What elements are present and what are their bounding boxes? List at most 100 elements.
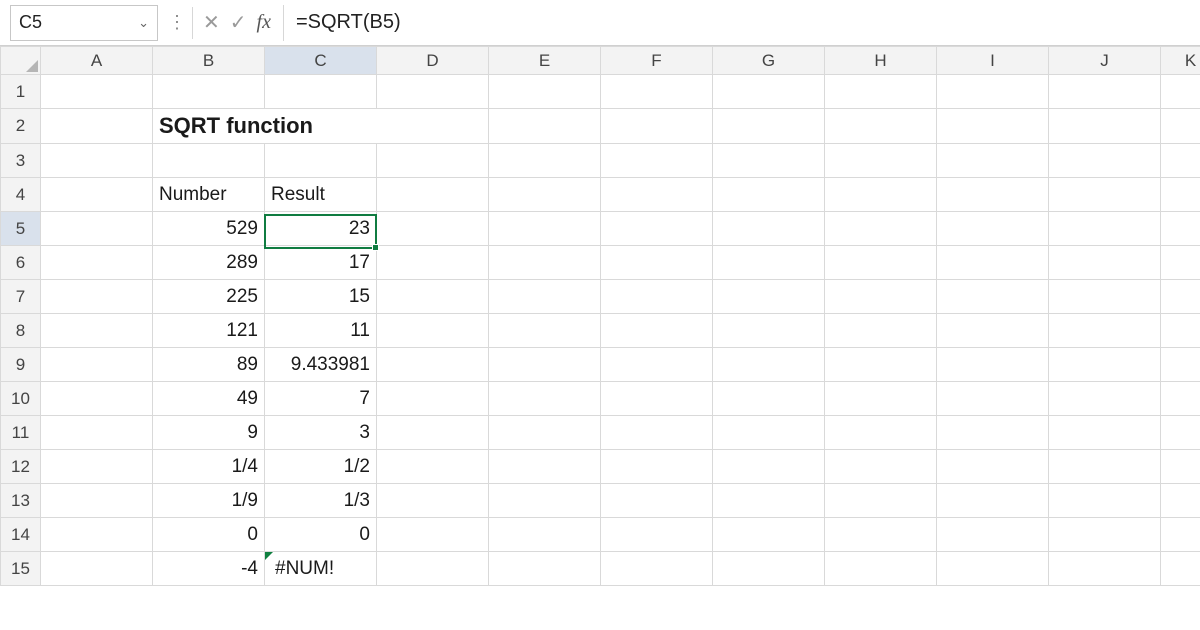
formula-bar-options-icon[interactable]: ⋮ — [166, 12, 188, 33]
cell-J5[interactable] — [1049, 212, 1161, 246]
cell-H12[interactable] — [825, 450, 937, 484]
cell-J6[interactable] — [1049, 246, 1161, 280]
col-header-K[interactable]: K — [1161, 47, 1200, 75]
cell-G4[interactable] — [713, 178, 825, 212]
spreadsheet-grid[interactable]: A B C D E F G H I J K 1 2 SQRT function … — [0, 46, 1200, 630]
cell-I12[interactable] — [937, 450, 1049, 484]
cell-F14[interactable] — [601, 518, 713, 552]
cell-J4[interactable] — [1049, 178, 1161, 212]
cell-H5[interactable] — [825, 212, 937, 246]
cell-K9[interactable] — [1161, 348, 1200, 382]
cell-A6[interactable] — [41, 246, 153, 280]
cell-G2[interactable] — [713, 109, 825, 144]
cell-K4[interactable] — [1161, 178, 1200, 212]
cell-H3[interactable] — [825, 144, 937, 178]
cell-A13[interactable] — [41, 484, 153, 518]
cell-K12[interactable] — [1161, 450, 1200, 484]
cell-D15[interactable] — [377, 552, 489, 586]
cell-D7[interactable] — [377, 280, 489, 314]
cell-G11[interactable] — [713, 416, 825, 450]
col-header-A[interactable]: A — [41, 47, 153, 75]
cell-D6[interactable] — [377, 246, 489, 280]
cell-B1[interactable] — [153, 75, 265, 109]
col-header-D[interactable]: D — [377, 47, 489, 75]
cell-F7[interactable] — [601, 280, 713, 314]
cell-G9[interactable] — [713, 348, 825, 382]
cell-D8[interactable] — [377, 314, 489, 348]
cell-J3[interactable] — [1049, 144, 1161, 178]
cell-C10[interactable]: 7 — [265, 382, 377, 416]
row-header-5[interactable]: 5 — [1, 212, 41, 246]
cell-G5[interactable] — [713, 212, 825, 246]
cell-F1[interactable] — [601, 75, 713, 109]
row-header-12[interactable]: 12 — [1, 450, 41, 484]
cell-A10[interactable] — [41, 382, 153, 416]
cell-F6[interactable] — [601, 246, 713, 280]
row-header-10[interactable]: 10 — [1, 382, 41, 416]
cell-I13[interactable] — [937, 484, 1049, 518]
cell-J2[interactable] — [1049, 109, 1161, 144]
cancel-icon[interactable]: ✕ — [203, 10, 220, 35]
cell-I9[interactable] — [937, 348, 1049, 382]
cell-E6[interactable] — [489, 246, 601, 280]
row-header-15[interactable]: 15 — [1, 552, 41, 586]
cell-B8[interactable]: 121 — [153, 314, 265, 348]
row-header-6[interactable]: 6 — [1, 246, 41, 280]
col-header-J[interactable]: J — [1049, 47, 1161, 75]
cell-I11[interactable] — [937, 416, 1049, 450]
cell-I10[interactable] — [937, 382, 1049, 416]
row-header-9[interactable]: 9 — [1, 348, 41, 382]
cell-I7[interactable] — [937, 280, 1049, 314]
cell-B5[interactable]: 529 — [153, 212, 265, 246]
cell-C8[interactable]: 11 — [265, 314, 377, 348]
cell-H11[interactable] — [825, 416, 937, 450]
cell-G14[interactable] — [713, 518, 825, 552]
cell-C6[interactable]: 17 — [265, 246, 377, 280]
cell-E2[interactable] — [489, 109, 601, 144]
row-header-2[interactable]: 2 — [1, 109, 41, 144]
cell-E12[interactable] — [489, 450, 601, 484]
cell-J8[interactable] — [1049, 314, 1161, 348]
cell-E9[interactable] — [489, 348, 601, 382]
cell-F10[interactable] — [601, 382, 713, 416]
cell-D11[interactable] — [377, 416, 489, 450]
row-header-7[interactable]: 7 — [1, 280, 41, 314]
cell-K7[interactable] — [1161, 280, 1200, 314]
cell-A2[interactable] — [41, 109, 153, 144]
cell-B2[interactable]: SQRT function — [153, 109, 489, 144]
cell-J1[interactable] — [1049, 75, 1161, 109]
row-header-8[interactable]: 8 — [1, 314, 41, 348]
select-all-corner[interactable] — [1, 47, 41, 75]
cell-H10[interactable] — [825, 382, 937, 416]
cell-G7[interactable] — [713, 280, 825, 314]
cell-G6[interactable] — [713, 246, 825, 280]
cell-I3[interactable] — [937, 144, 1049, 178]
cell-G15[interactable] — [713, 552, 825, 586]
cell-G1[interactable] — [713, 75, 825, 109]
cell-E5[interactable] — [489, 212, 601, 246]
cell-B12[interactable]: 1/4 — [153, 450, 265, 484]
cell-B7[interactable]: 225 — [153, 280, 265, 314]
cell-C14[interactable]: 0 — [265, 518, 377, 552]
cell-B4[interactable]: Number — [153, 178, 265, 212]
cell-H6[interactable] — [825, 246, 937, 280]
cell-F4[interactable] — [601, 178, 713, 212]
cell-K10[interactable] — [1161, 382, 1200, 416]
cell-C4[interactable]: Result — [265, 178, 377, 212]
cell-A7[interactable] — [41, 280, 153, 314]
cell-J10[interactable] — [1049, 382, 1161, 416]
cell-J14[interactable] — [1049, 518, 1161, 552]
confirm-icon[interactable]: ✓ — [230, 10, 247, 35]
cell-C13[interactable]: 1/3 — [265, 484, 377, 518]
cell-J9[interactable] — [1049, 348, 1161, 382]
cell-J12[interactable] — [1049, 450, 1161, 484]
cell-E4[interactable] — [489, 178, 601, 212]
cell-D9[interactable] — [377, 348, 489, 382]
cell-C15[interactable]: #NUM! — [265, 552, 377, 586]
cell-K3[interactable] — [1161, 144, 1200, 178]
cell-A12[interactable] — [41, 450, 153, 484]
cell-D1[interactable] — [377, 75, 489, 109]
cell-E1[interactable] — [489, 75, 601, 109]
cell-F3[interactable] — [601, 144, 713, 178]
cell-A4[interactable] — [41, 178, 153, 212]
